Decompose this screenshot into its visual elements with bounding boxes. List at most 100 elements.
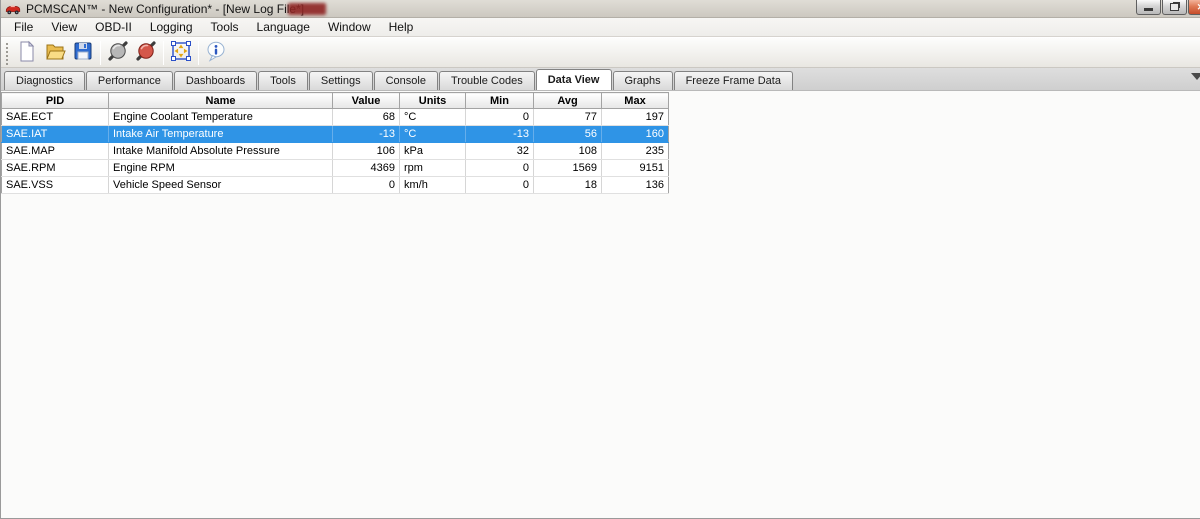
open-file-icon <box>44 40 66 65</box>
toolbar-separator <box>163 41 164 65</box>
toolbar-separator <box>100 41 101 65</box>
tab-settings[interactable]: Settings <box>309 71 373 90</box>
cell-max: 197 <box>602 109 669 126</box>
save-file-icon <box>72 40 94 65</box>
tab-data-view[interactable]: Data View <box>536 69 612 90</box>
cell-avg: 77 <box>534 109 602 126</box>
toolbar-separator <box>198 41 199 65</box>
close-button[interactable]: ✕ <box>1188 0 1200 15</box>
cell-min: 0 <box>466 160 534 177</box>
column-header-pid[interactable]: PID <box>2 93 109 109</box>
cell-name: Engine Coolant Temperature <box>109 109 333 126</box>
cell-units: °C <box>400 126 466 143</box>
menu-view[interactable]: View <box>42 18 86 36</box>
menu-tools[interactable]: Tools <box>202 18 248 36</box>
menu-logging[interactable]: Logging <box>141 18 202 36</box>
cell-pid: SAE.ECT <box>2 109 109 126</box>
data-table: PIDNameValueUnitsMinAvgMax SAE.ECTEngine… <box>1 92 669 194</box>
save-file-button[interactable] <box>69 40 97 66</box>
restore-icon <box>1170 3 1179 11</box>
cell-avg: 108 <box>534 143 602 160</box>
column-header-name[interactable]: Name <box>109 93 333 109</box>
column-header-min[interactable]: Min <box>466 93 534 109</box>
cell-pid: SAE.VSS <box>2 177 109 194</box>
cell-value: -13 <box>333 126 400 143</box>
redacted-region <box>288 3 326 15</box>
cell-units: km/h <box>400 177 466 194</box>
info-icon <box>205 40 227 65</box>
cell-pid: SAE.MAP <box>2 143 109 160</box>
cell-units: °C <box>400 109 466 126</box>
tab-bar: DiagnosticsPerformanceDashboardsToolsSet… <box>1 68 1200 91</box>
disconnect-button[interactable] <box>132 40 160 66</box>
toolbar-grip-handle[interactable] <box>4 41 10 65</box>
cell-avg: 56 <box>534 126 602 143</box>
menu-file[interactable]: File <box>5 18 42 36</box>
table-row-sae-iat[interactable]: SAE.IATIntake Air Temperature-13°C-13561… <box>2 126 669 143</box>
column-header-max[interactable]: Max <box>602 93 669 109</box>
column-header-units[interactable]: Units <box>400 93 466 109</box>
menu-window[interactable]: Window <box>319 18 380 36</box>
fit-to-window-icon <box>170 40 192 65</box>
menubar: FileViewOBD-IILoggingToolsLanguageWindow… <box>1 18 1200 37</box>
table-body: SAE.ECTEngine Coolant Temperature68°C077… <box>2 109 669 194</box>
cell-min: 0 <box>466 109 534 126</box>
column-header-value[interactable]: Value <box>333 93 400 109</box>
cell-max: 160 <box>602 126 669 143</box>
tab-dashboards[interactable]: Dashboards <box>174 71 257 90</box>
new-file-button[interactable] <box>13 40 41 66</box>
cell-min: 0 <box>466 177 534 194</box>
cell-pid: SAE.RPM <box>2 160 109 177</box>
cell-value: 0 <box>333 177 400 194</box>
open-file-button[interactable] <box>41 40 69 66</box>
tab-freeze-frame-data[interactable]: Freeze Frame Data <box>674 71 793 90</box>
cell-units: rpm <box>400 160 466 177</box>
toolbar <box>1 37 1200 68</box>
new-file-icon <box>16 40 38 65</box>
cell-name: Engine RPM <box>109 160 333 177</box>
cell-value: 68 <box>333 109 400 126</box>
table-row-sae-map[interactable]: SAE.MAPIntake Manifold Absolute Pressure… <box>2 143 669 160</box>
tab-tools[interactable]: Tools <box>258 71 308 90</box>
titlebar: PCMSCAN™ - New Configuration* - [New Log… <box>1 0 1200 18</box>
tab-console[interactable]: Console <box>374 71 438 90</box>
cell-avg: 1569 <box>534 160 602 177</box>
tab-trouble-codes[interactable]: Trouble Codes <box>439 71 535 90</box>
tab-diagnostics[interactable]: Diagnostics <box>4 71 85 90</box>
tab-scroll-icon[interactable] <box>1191 73 1200 80</box>
cell-min: -13 <box>466 126 534 143</box>
content-area: PIDNameValueUnitsMinAvgMax SAE.ECTEngine… <box>1 91 1200 518</box>
cell-name: Intake Air Temperature <box>109 126 333 143</box>
window-title: PCMSCAN™ - New Configuration* - [New Log… <box>26 2 304 16</box>
table-header: PIDNameValueUnitsMinAvgMax <box>2 93 669 109</box>
info-button[interactable] <box>202 40 230 66</box>
tab-graphs[interactable]: Graphs <box>613 71 673 90</box>
table-row-sae-ect[interactable]: SAE.ECTEngine Coolant Temperature68°C077… <box>2 109 669 126</box>
app-car-icon <box>5 2 21 15</box>
table-row-sae-vss[interactable]: SAE.VSSVehicle Speed Sensor0km/h018136 <box>2 177 669 194</box>
menu-language[interactable]: Language <box>248 18 319 36</box>
menu-obd-ii[interactable]: OBD-II <box>86 18 141 36</box>
cell-min: 32 <box>466 143 534 160</box>
table-row-sae-rpm[interactable]: SAE.RPMEngine RPM4369rpm015699151 <box>2 160 669 177</box>
maximize-button[interactable] <box>1162 0 1187 15</box>
connect-icon <box>107 40 129 65</box>
cell-name: Vehicle Speed Sensor <box>109 177 333 194</box>
tab-performance[interactable]: Performance <box>86 71 173 90</box>
cell-value: 106 <box>333 143 400 160</box>
cell-value: 4369 <box>333 160 400 177</box>
cell-max: 235 <box>602 143 669 160</box>
minimize-button[interactable] <box>1136 0 1161 15</box>
cell-max: 9151 <box>602 160 669 177</box>
cell-units: kPa <box>400 143 466 160</box>
window-controls: ✕ <box>1136 0 1200 15</box>
connect-button[interactable] <box>104 40 132 66</box>
menu-help[interactable]: Help <box>380 18 423 36</box>
column-header-avg[interactable]: Avg <box>534 93 602 109</box>
cell-name: Intake Manifold Absolute Pressure <box>109 143 333 160</box>
cell-avg: 18 <box>534 177 602 194</box>
fit-to-window-button[interactable] <box>167 40 195 66</box>
minimize-icon <box>1144 8 1153 11</box>
cell-max: 136 <box>602 177 669 194</box>
cell-pid: SAE.IAT <box>2 126 109 143</box>
